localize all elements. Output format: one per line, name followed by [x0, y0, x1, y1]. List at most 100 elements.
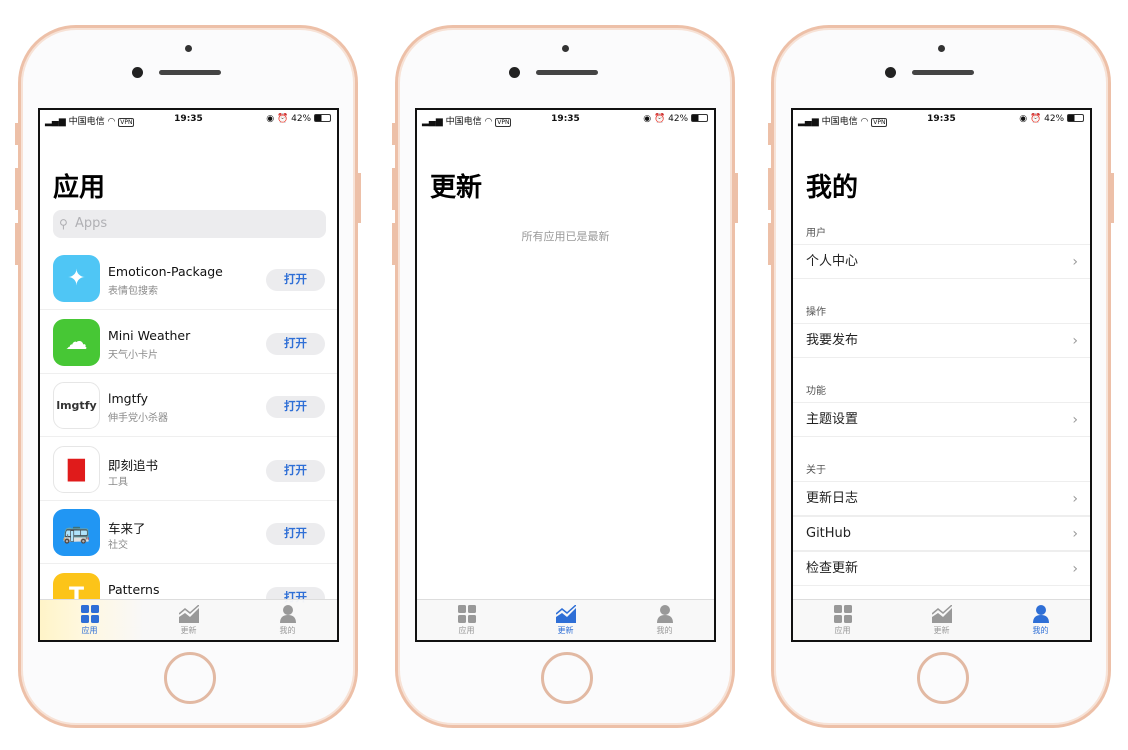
tab-me[interactable]: 我的	[238, 600, 337, 640]
battery-icon	[691, 114, 708, 122]
grid-icon	[833, 605, 852, 623]
app-subtitle: 工具	[108, 476, 128, 488]
status-bar: ▂▄▆ 中国电信 ◠ VPN 19:35 ◉ ⏰ 42%	[40, 112, 337, 128]
power-button	[735, 173, 738, 223]
search-placeholder: Apps	[75, 216, 108, 231]
menu-item[interactable]: 主题设置 ›	[793, 402, 1090, 437]
earpiece-speaker	[912, 70, 974, 75]
menu-item[interactable]: 我要发布 ›	[793, 323, 1090, 358]
front-camera	[132, 67, 143, 78]
volume-down-button	[768, 223, 771, 265]
screen: ▂▄▆ 中国电信 ◠ VPN 19:35 ◉ ⏰ 42% 更新 所有应用已是最新…	[415, 108, 716, 642]
tab-label: 我的	[1032, 626, 1049, 635]
magic-wand-icon: ✦	[53, 255, 100, 302]
menu-item[interactable]: 个人中心 ›	[793, 244, 1090, 279]
app-name: Patterns	[108, 581, 160, 597]
power-button	[1111, 173, 1114, 223]
proximity-sensor	[938, 45, 945, 52]
mute-switch	[15, 123, 18, 145]
tab-me[interactable]: 我的	[615, 600, 714, 640]
open-button[interactable]: 打开	[266, 459, 325, 482]
phone-frame: ▂▄▆ 中国电信 ◠ VPN 19:35 ◉ ⏰ 42% 应用 ⚲ Apps ✦ …	[15, 25, 361, 728]
menu-item[interactable]: GitHub ›	[793, 516, 1090, 551]
mute-switch	[768, 123, 771, 145]
book-icon: ▇	[53, 445, 100, 493]
phone-frame: ▂▄▆ 中国电信 ◠ VPN 19:35 ◉ ⏰ 42% 更新 所有应用已是最新…	[392, 25, 738, 728]
tab-apps[interactable]: 应用	[40, 600, 139, 640]
bus-icon: 🚌	[53, 509, 100, 556]
earpiece-speaker	[536, 70, 598, 75]
rotation-lock-icon: ◉	[266, 114, 275, 124]
app-name: Mini Weather	[108, 327, 191, 343]
rotation-lock-icon: ◉	[1019, 114, 1028, 124]
home-button[interactable]	[541, 652, 593, 704]
tab-apps[interactable]: 应用	[417, 600, 516, 640]
tab-updates[interactable]: 更新	[139, 600, 238, 640]
empty-state-text: 所有应用已是最新	[521, 230, 610, 243]
battery-icon	[1067, 114, 1084, 122]
mute-switch	[392, 123, 395, 145]
menu-item-label: 我要发布	[806, 333, 859, 348]
app-subtitle: 伸手党小杀器	[108, 413, 168, 424]
tab-me[interactable]: 我的	[991, 600, 1090, 640]
screen: ▂▄▆ 中国电信 ◠ VPN 19:35 ◉ ⏰ 42% 应用 ⚲ Apps ✦ …	[38, 108, 339, 642]
status-bar: ▂▄▆ 中国电信 ◠ VPN 19:35 ◉ ⏰ 42%	[417, 112, 714, 128]
tab-label: 应用	[81, 626, 98, 635]
search-input[interactable]: ⚲ Apps	[53, 210, 326, 238]
earpiece-speaker	[159, 70, 221, 75]
battery-percent: 42%	[291, 114, 312, 124]
tab-updates[interactable]: 更新	[516, 600, 615, 640]
tab-updates[interactable]: 更新	[892, 600, 991, 640]
alarm-icon: ⏰	[1030, 114, 1042, 124]
power-button	[358, 173, 361, 223]
section-header: 用户	[806, 228, 826, 239]
open-button[interactable]: 打开	[266, 269, 325, 291]
home-button[interactable]	[164, 652, 216, 704]
menu-item[interactable]: 检查更新 ›	[793, 551, 1090, 586]
menu-item-label: GitHub	[806, 526, 852, 541]
alarm-icon: ⏰	[277, 114, 289, 124]
app-subtitle: 表情包搜索	[108, 286, 158, 297]
screen: ▂▄▆ 中国电信 ◠ VPN 19:35 ◉ ⏰ 42% 我的 用户 个人中心 › 操…	[791, 108, 1092, 642]
volume-down-button	[392, 223, 395, 265]
tab-bar: 应用 更新 我的	[417, 599, 714, 640]
front-camera	[885, 67, 896, 78]
search-icon: ⚲	[59, 217, 68, 231]
app-row[interactable]: ▇ 即刻追书 工具 打开	[40, 438, 337, 501]
chart-icon	[555, 605, 576, 623]
tab-label: 我的	[279, 626, 296, 635]
page-title: 应用	[53, 173, 106, 203]
alarm-icon: ⏰	[654, 114, 666, 124]
open-button[interactable]: 打开	[266, 396, 325, 418]
menu-item-label: 更新日志	[806, 491, 859, 506]
section-header: 功能	[806, 386, 826, 397]
app-row[interactable]: lmgtfy lmgtfy 伸手党小杀器 打开	[40, 374, 337, 437]
rotation-lock-icon: ◉	[643, 114, 652, 124]
chevron-right-icon: ›	[1072, 561, 1078, 577]
tab-label: 应用	[834, 626, 851, 635]
home-button[interactable]	[917, 652, 969, 704]
tab-label: 更新	[557, 626, 574, 635]
chevron-right-icon: ›	[1072, 412, 1078, 428]
app-name: lmgtfy	[108, 391, 149, 406]
tab-apps[interactable]: 应用	[793, 600, 892, 640]
grid-icon	[457, 605, 476, 623]
menu-item[interactable]: 更新日志 ›	[793, 481, 1090, 516]
app-name: 车来了	[108, 521, 146, 536]
section-header: 操作	[806, 307, 826, 318]
open-button[interactable]: 打开	[266, 523, 325, 545]
app-name: Emoticon-Package	[108, 264, 223, 279]
volume-up-button	[768, 168, 771, 210]
menu-item-label: 个人中心	[806, 254, 859, 269]
open-button[interactable]: 打开	[266, 332, 325, 355]
app-row[interactable]: 🚌 车来了 社交 打开	[40, 501, 337, 564]
person-icon	[656, 605, 673, 623]
battery-percent: 42%	[1044, 114, 1065, 124]
tab-label: 更新	[180, 626, 197, 635]
tab-bar: 应用 更新 我的	[793, 599, 1090, 640]
menu-item-label: 主题设置	[806, 412, 859, 427]
tab-label: 应用	[458, 626, 475, 635]
app-row[interactable]: ☁ Mini Weather 天气小卡片 打开	[40, 311, 337, 374]
app-row[interactable]: ✦ Emoticon-Package 表情包搜索 打开	[40, 247, 337, 310]
chevron-right-icon: ›	[1072, 333, 1078, 349]
